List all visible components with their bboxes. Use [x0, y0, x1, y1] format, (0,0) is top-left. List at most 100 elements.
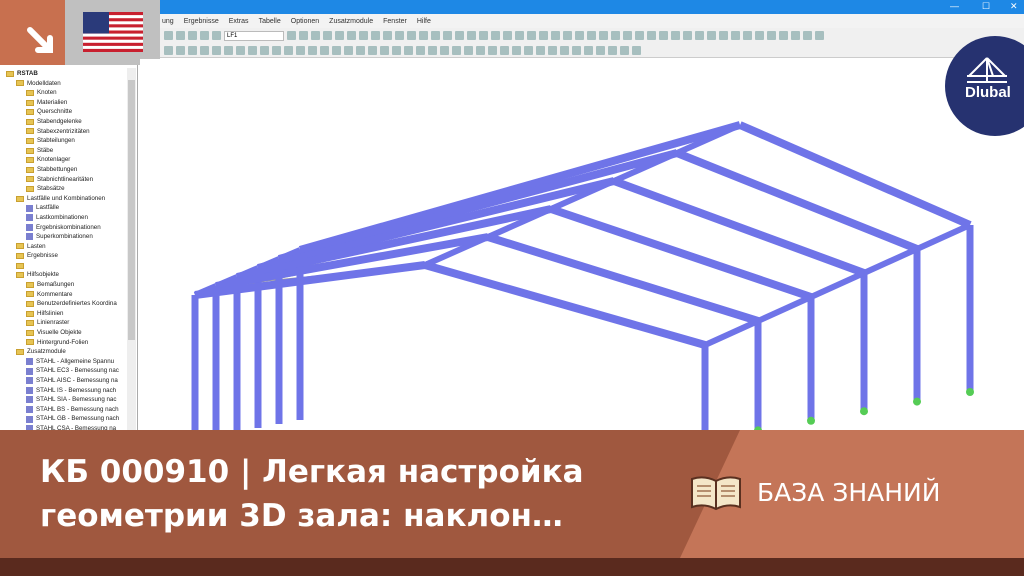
tree-item[interactable]: Stäbe	[0, 146, 137, 156]
toolbar-icon[interactable]	[683, 31, 692, 40]
toolbar-icon[interactable]	[731, 31, 740, 40]
tree-item[interactable]: Ergebnisse	[0, 251, 137, 261]
close-icon[interactable]: ✕	[1010, 1, 1018, 12]
menu-item[interactable]: Ergebnisse	[184, 18, 219, 25]
tree-item[interactable]: STAHL GB - Bemessung nach	[0, 414, 137, 424]
toolbar-icon[interactable]	[212, 45, 221, 55]
toolbar-icon[interactable]	[416, 45, 425, 55]
tree-item[interactable]: Hilfsobjekte	[0, 270, 137, 280]
toolbar-icon[interactable]	[344, 45, 353, 55]
tree-item[interactable]: Knoten	[0, 88, 137, 98]
toolbar-icon[interactable]	[395, 31, 404, 40]
toolbar-icon[interactable]	[311, 31, 320, 40]
toolbar-icon[interactable]	[431, 31, 440, 40]
toolbar-icon[interactable]	[368, 45, 377, 55]
tree-item[interactable]: STAHL SIA - Bemessung nac	[0, 395, 137, 405]
toolbar-icon[interactable]	[803, 31, 812, 40]
toolbar-icon[interactable]	[464, 45, 473, 55]
toolbar-icon[interactable]	[608, 45, 617, 55]
toolbar-icon[interactable]	[260, 45, 269, 55]
tree-item[interactable]: STAHL AISC - Bemessung na	[0, 376, 137, 386]
toolbar-icon[interactable]	[380, 45, 389, 55]
toolbar-icon[interactable]	[428, 45, 437, 55]
toolbar-icon[interactable]	[767, 31, 776, 40]
tree-item[interactable]: Hilfslinien	[0, 309, 137, 319]
toolbar-icon[interactable]	[188, 31, 197, 40]
toolbar-icon[interactable]	[287, 31, 296, 40]
menu-item[interactable]: Optionen	[291, 18, 319, 25]
toolbar-icon[interactable]	[308, 45, 317, 55]
toolbar-icon[interactable]	[659, 31, 668, 40]
loadcase-select[interactable]: LF1	[224, 30, 284, 41]
toolbar-icon[interactable]	[572, 45, 581, 55]
tree-item[interactable]: RSTAB	[0, 69, 137, 79]
tree-item[interactable]: Lasten	[0, 242, 137, 252]
toolbar-icon[interactable]	[479, 31, 488, 40]
tree-item[interactable]: Visuelle Objekte	[0, 328, 137, 338]
toolbar-icon[interactable]	[440, 45, 449, 55]
toolbar-icon[interactable]	[551, 31, 560, 40]
toolbar-icon[interactable]	[371, 31, 380, 40]
back-arrow-button[interactable]	[0, 0, 65, 65]
tree-item[interactable]: Stabnichtlinearitäten	[0, 175, 137, 185]
toolbar-icon[interactable]	[563, 31, 572, 40]
toolbar-icon[interactable]	[635, 31, 644, 40]
toolbar-icon[interactable]	[443, 31, 452, 40]
toolbar-icon[interactable]	[188, 45, 197, 55]
toolbar-icon[interactable]	[755, 31, 764, 40]
toolbar-icon[interactable]	[452, 45, 461, 55]
toolbar-icon[interactable]	[284, 45, 293, 55]
tree-item[interactable]: Knotenlager	[0, 155, 137, 165]
toolbar-icon[interactable]	[500, 45, 509, 55]
tree-item[interactable]: Stabbettungen	[0, 165, 137, 175]
menu-item[interactable]: Hilfe	[417, 18, 431, 25]
tree-item[interactable]: Materialien	[0, 98, 137, 108]
toolbar-icon[interactable]	[815, 31, 824, 40]
3d-model-viewport[interactable]	[140, 59, 1024, 444]
toolbar-icon[interactable]	[488, 45, 497, 55]
menu-item[interactable]: Fenster	[383, 18, 407, 25]
tree-item[interactable]: Modelldaten	[0, 79, 137, 89]
toolbar-icon[interactable]	[224, 45, 233, 55]
menu-item[interactable]: Extras	[229, 18, 249, 25]
tree-item[interactable]: STAHL EC3 - Bemessung nac	[0, 366, 137, 376]
toolbar-icon[interactable]	[356, 45, 365, 55]
tree-item[interactable]: Bemaßungen	[0, 280, 137, 290]
toolbar-icon[interactable]	[623, 31, 632, 40]
tree-item[interactable]: Lastkombinationen	[0, 213, 137, 223]
toolbar-icon[interactable]	[335, 31, 344, 40]
toolbar-icon[interactable]	[695, 31, 704, 40]
maximize-icon[interactable]: ☐	[982, 1, 990, 12]
toolbar-icon[interactable]	[515, 31, 524, 40]
tree-item[interactable]: Superkombinationen	[0, 232, 137, 242]
menu-item[interactable]: Zusatzmodule	[329, 18, 373, 25]
toolbar-icon[interactable]	[575, 31, 584, 40]
toolbar-icon[interactable]	[419, 31, 428, 40]
tree-item[interactable]: Querschnitte	[0, 107, 137, 117]
toolbar-icon[interactable]	[584, 45, 593, 55]
tree-item[interactable]: Stabexzentrizitäten	[0, 127, 137, 137]
tree-item[interactable]: Stabendgelenke	[0, 117, 137, 127]
tree-item[interactable]: STAHL IS - Bemessung nach	[0, 386, 137, 396]
toolbar-icon[interactable]	[299, 31, 308, 40]
toolbar-icon[interactable]	[647, 31, 656, 40]
toolbar-icon[interactable]	[596, 45, 605, 55]
toolbar-icon[interactable]	[236, 45, 245, 55]
toolbar-icon[interactable]	[404, 45, 413, 55]
toolbar-icon[interactable]	[539, 31, 548, 40]
toolbar-icon[interactable]	[743, 31, 752, 40]
toolbar-icon[interactable]	[176, 45, 185, 55]
tree-item[interactable]: STAHL - Allgemeine Spannu	[0, 357, 137, 367]
toolbar-icon[interactable]	[200, 31, 209, 40]
toolbar-icon[interactable]	[392, 45, 401, 55]
toolbar-icon[interactable]	[791, 31, 800, 40]
toolbar-icon[interactable]	[176, 31, 185, 40]
toolbar-icon[interactable]	[407, 31, 416, 40]
toolbar-icon[interactable]	[599, 31, 608, 40]
toolbar-icon[interactable]	[560, 45, 569, 55]
tree-item[interactable]: Kommentare	[0, 290, 137, 300]
toolbar-icon[interactable]	[332, 45, 341, 55]
toolbar-icon[interactable]	[548, 45, 557, 55]
toolbar-icon[interactable]	[536, 45, 545, 55]
toolbar-icon[interactable]	[632, 45, 641, 55]
